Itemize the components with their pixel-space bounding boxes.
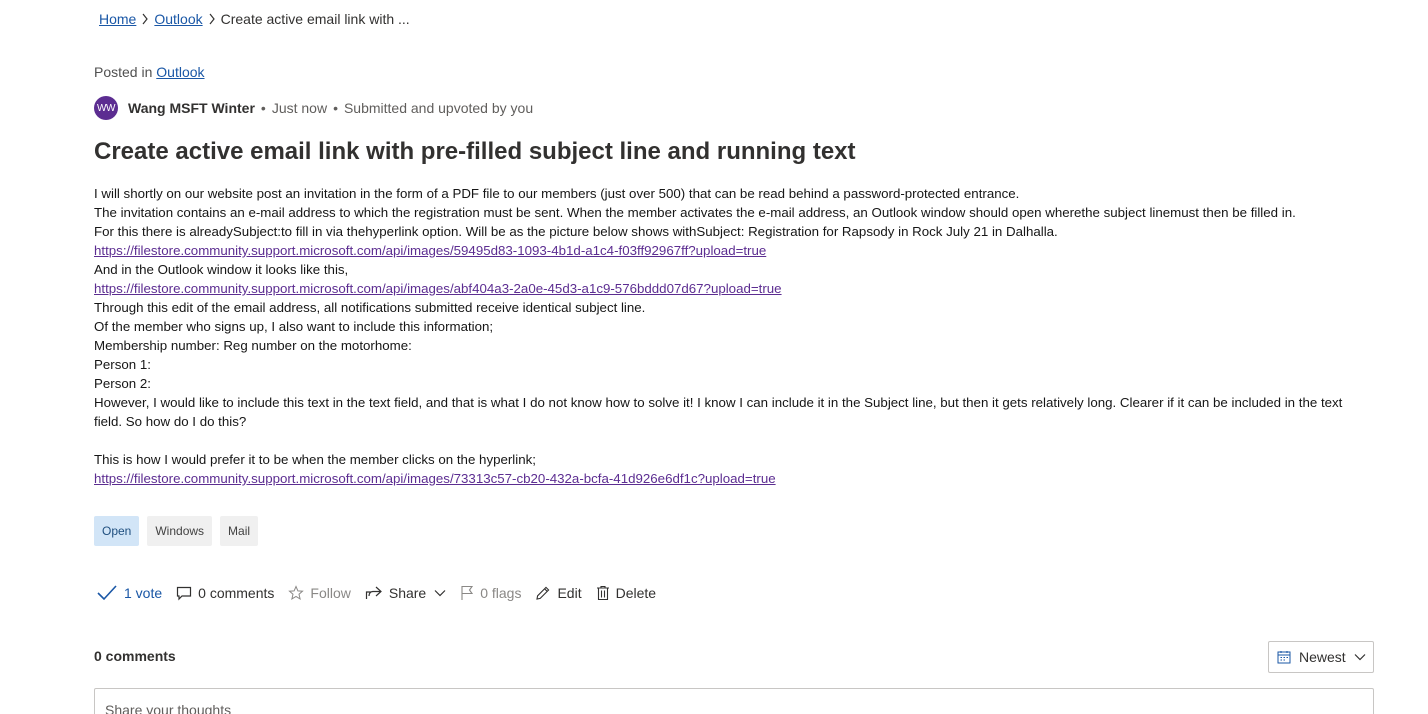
pencil-icon — [536, 586, 550, 600]
tag-list: Open Windows Mail — [94, 516, 259, 546]
tag-windows[interactable]: Windows — [147, 516, 213, 546]
breadcrumb: Home Outlook Create active email link wi… — [99, 10, 410, 28]
chevron-right-icon — [136, 13, 154, 25]
body-line: And in the Outlook window it looks like … — [94, 262, 349, 277]
posted-in-label: Posted in — [94, 64, 153, 80]
body-line: Of the member who signs up, I also want … — [94, 319, 494, 334]
delete-button[interactable]: Delete — [596, 585, 656, 601]
share-button[interactable]: Share — [365, 585, 446, 601]
posted-in-outlook-link[interactable]: Outlook — [156, 64, 204, 80]
post-body: I will shortly on our website post an in… — [94, 184, 1374, 488]
body-line: The invitation contains an e-mail addres… — [94, 205, 1296, 220]
share-label: Share — [388, 585, 427, 601]
chevron-down-icon — [434, 590, 446, 597]
sort-label: Newest — [1299, 649, 1346, 665]
checkmark-icon — [97, 585, 117, 601]
avatar[interactable]: WW — [94, 96, 118, 120]
comment-input[interactable]: Share your thoughts — [94, 688, 1374, 714]
action-bar: 1 vote 0 comments Follow Share 0 flags E… — [96, 580, 670, 606]
body-line: However, I would like to include this te… — [94, 395, 1343, 429]
trash-icon — [596, 585, 609, 601]
body-line: I will shortly on our website post an in… — [94, 186, 1020, 201]
posted-in: Posted in Outlook — [94, 64, 205, 80]
author-row: WW Wang MSFT Winter • Just now • Submitt… — [94, 96, 533, 120]
comments-button[interactable]: 0 comments — [176, 585, 274, 601]
breadcrumb-current: Create active email link with ... — [220, 11, 410, 27]
body-line: https://filestore.community.support.micr… — [94, 279, 1374, 298]
edit-button[interactable]: Edit — [535, 585, 582, 601]
chevron-right-icon — [203, 13, 221, 25]
post-status: Submitted and upvoted by you — [343, 100, 534, 116]
vote-count: 1 vote — [124, 585, 163, 601]
body-line: Through this edit of the email address, … — [94, 300, 646, 315]
breadcrumb-home-link[interactable]: Home — [99, 11, 136, 27]
tag-open[interactable]: Open — [94, 516, 140, 546]
vote-button[interactable]: 1 vote — [96, 584, 162, 602]
follow-label: Follow — [310, 585, 351, 601]
body-line: Membership number: Reg number on the mot… — [94, 338, 412, 353]
flags-count: 0 flags — [480, 585, 522, 601]
delete-label: Delete — [615, 585, 657, 601]
body-line: This is how I would prefer it to be when… — [94, 452, 536, 467]
body-line: Person 1: — [94, 357, 151, 372]
image-link[interactable]: https://filestore.community.support.micr… — [94, 281, 782, 296]
follow-button[interactable]: Follow — [288, 585, 351, 601]
body-line: https://filestore.community.support.micr… — [94, 241, 1374, 260]
author-name[interactable]: Wang MSFT Winter — [128, 100, 255, 116]
tag-mail[interactable]: Mail — [220, 516, 259, 546]
body-line — [94, 431, 1374, 450]
breadcrumb-outlook-link[interactable]: Outlook — [154, 11, 202, 27]
comments-count: 0 comments — [198, 585, 275, 601]
flags-button[interactable]: 0 flags — [460, 585, 521, 601]
separator-dot: • — [260, 100, 266, 116]
body-line: For this there is alreadySubject:to fill… — [94, 224, 1058, 239]
share-icon — [365, 586, 382, 599]
flag-icon — [461, 585, 474, 600]
star-icon — [288, 585, 305, 600]
separator-dot: • — [333, 100, 338, 116]
image-link[interactable]: https://filestore.community.support.micr… — [94, 243, 766, 258]
sort-dropdown[interactable]: Newest — [1268, 641, 1374, 673]
post-time: Just now — [271, 100, 328, 116]
comment-icon — [177, 586, 192, 601]
chevron-down-icon — [1354, 654, 1366, 661]
comments-heading: 0 comments — [94, 648, 176, 664]
image-link[interactable]: https://filestore.community.support.micr… — [94, 471, 776, 486]
calendar-icon — [1277, 651, 1291, 664]
page-title: Create active email link with pre-filled… — [94, 138, 856, 165]
edit-label: Edit — [557, 585, 582, 601]
body-line: https://filestore.community.support.micr… — [94, 469, 1374, 488]
body-line: Person 2: — [94, 376, 151, 391]
